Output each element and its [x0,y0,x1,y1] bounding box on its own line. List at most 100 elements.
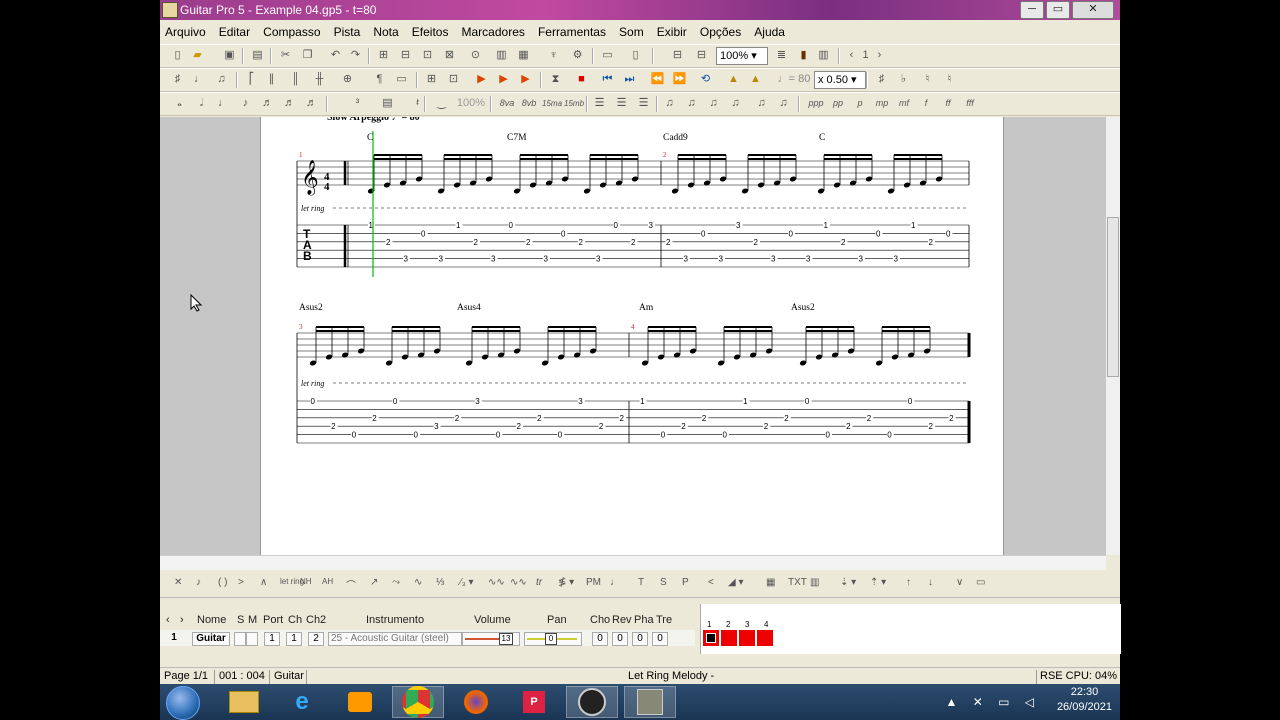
bar-start-icon[interactable]: ⎡ [244,72,259,87]
track-channel[interactable]: 1 [286,632,302,646]
reverb-value[interactable]: 0 [612,632,628,646]
score-notation[interactable]: Slow Arpeggio ♩= 80 C C7M Cadd9 C 1 2 let ring 1… [261,117,1003,555]
menu-pista[interactable]: Pista [329,22,366,42]
clef-icon[interactable]: ⊠ [442,48,457,63]
track-instrument[interactable]: 25 - Acoustic Guitar (steel) [328,632,462,646]
dotted-icon[interactable]: ▤ [380,96,395,111]
timeline-block-4[interactable] [757,630,773,646]
heavy-accent-icon[interactable]: ∧ [260,577,267,588]
palm-mute-button[interactable]: PM [586,577,601,588]
horizontal-scrollbar[interactable] [160,555,1106,570]
zoom-select[interactable]: 100% ▾ [716,47,768,65]
minimize-button[interactable]: ─ [1020,1,1044,19]
multitrack-icon[interactable]: ⊟ [670,48,685,63]
solo-toggle[interactable] [234,632,246,646]
align-center-icon[interactable]: ☰ [614,96,629,111]
ottava-15ma[interactable]: 15ma [542,96,562,111]
score-page[interactable]: Slow Arpeggio ♩= 80 C C7M Cadd9 C 1 2 let ring 1… [260,117,1004,555]
dynamic-ff[interactable]: ff [938,96,958,111]
timesig-icon[interactable]: ▥ [494,48,509,63]
tuning-fork-icon[interactable]: ♆ [546,48,561,63]
mixtable-icon[interactable]: ▥ [810,577,819,588]
strum-down-icon[interactable]: ⇣ ▾ [840,577,856,588]
remove-bar-icon[interactable]: ⊟ [398,48,413,63]
double-bar-icon[interactable]: ║ [288,72,303,87]
edit-track-icon[interactable]: ⊡ [446,72,461,87]
speed-select[interactable]: x 0.50 ▾ [814,71,866,89]
screen-view-icon[interactable]: ▯ [628,48,643,63]
grace-note-icon[interactable]: ♪ [196,577,201,588]
artificial-harmonic-button[interactable]: AH [322,577,333,586]
powerpoint-icon[interactable]: P [508,686,560,718]
stem-down-icon[interactable]: ♫ [776,96,791,111]
phaser-value[interactable]: 0 [632,632,648,646]
tremolo-bar-icon[interactable]: ∿∿ [510,577,527,588]
prev-page-icon[interactable]: ‹ [844,48,859,63]
menu-ferramentas[interactable]: Ferramentas [533,22,611,42]
align-left-icon[interactable]: ☰ [592,96,607,111]
fade-icon[interactable]: ◢ ▾ [728,577,744,588]
internet-explorer-icon[interactable]: e [276,686,328,718]
transpose-icon[interactable]: ♯ [874,72,889,87]
cut-icon[interactable]: ✂ [278,48,293,63]
settings-icon[interactable]: ⚙ [570,48,585,63]
slap-button[interactable]: S [660,577,667,588]
volume-slider[interactable]: 13 [462,632,520,646]
undo-icon[interactable]: ↶ [328,48,343,63]
staccato-icon[interactable]: ♩ [610,577,620,588]
score-workarea[interactable]: Slow Arpeggio ♩= 80 C C7M Cadd9 C 1 2 let ring 1… [160,117,1106,555]
copy-icon[interactable]: ❐ [300,48,315,63]
track-channel2[interactable]: 2 [308,632,324,646]
clock[interactable]: 22:30 26/09/2021 [1057,686,1112,713]
stop-icon[interactable]: ■ [574,72,589,87]
quarter-note-icon[interactable]: ♩ [216,96,231,111]
beam-icon[interactable]: ♫ [662,96,677,111]
recorder-icon[interactable] [566,686,618,718]
track-port[interactable]: 1 [264,632,280,646]
rasgueado-icon[interactable]: ▭ [976,577,985,588]
system-tray-icons[interactable]: ▲ ✕ ▭ ◁ [946,695,1041,709]
menu-nota[interactable]: Nota [368,22,403,42]
page-view-icon[interactable]: ▭ [600,48,615,63]
chord2-icon[interactable]: ♮ [942,72,957,87]
dynamic-pp[interactable]: pp [828,96,848,111]
ottava-8va[interactable]: 8va [498,96,516,111]
tremolo-icon[interactable]: ⁄₃ ▾ [460,577,474,588]
track-row[interactable]: 1 Guitar 1 1 2 25 - Acoustic Guitar (ste… [160,630,695,646]
countdown-icon[interactable]: ▲ [748,72,763,87]
fast-forward-icon[interactable]: ⏩ [672,72,687,87]
dynamic-f[interactable]: f [916,96,936,111]
track-prev-icon[interactable]: ‹ [166,614,170,626]
tuplet-icon[interactable]: ³ [350,96,365,111]
start-button[interactable] [166,686,200,720]
repeat-bar-icon[interactable]: ╫ [312,72,327,87]
next-page-icon[interactable]: › [872,48,887,63]
lock-icon[interactable]: ▭ [394,72,409,87]
metronome-icon[interactable]: ⧗ [548,72,563,87]
go-start-icon[interactable]: ⏮ [600,72,615,87]
lyrics-icon[interactable]: ≣ [774,48,789,63]
vertical-scrollbar[interactable] [1106,117,1120,555]
loop-icon[interactable]: ⟲ [698,72,713,87]
tap-button[interactable]: T [638,577,644,588]
marker-edit-icon[interactable]: ▶ [496,72,511,87]
new-file-icon[interactable]: ▯ [170,48,185,63]
strum-up-icon[interactable]: ⇡ ▾ [870,577,886,588]
tie-icon[interactable]: ‿ [434,96,449,111]
menu-arquivo[interactable]: Arquivo [160,22,211,42]
timeline-block-1[interactable] [703,630,719,646]
vibrato-icon[interactable]: ∿ [414,577,422,588]
marker-red-icon[interactable]: ▶ [474,72,489,87]
open-folder-icon[interactable]: ▰ [190,48,205,63]
whole-note-icon[interactable]: 𝅝 [172,96,187,111]
menu-som[interactable]: Som [614,22,649,42]
slide-icon[interactable]: ↗ [370,577,378,588]
tremolo-value[interactable]: 0 [652,632,668,646]
metronome-toggle-icon[interactable]: ▲ [726,72,741,87]
sharp-flat-icon[interactable]: ♯ [170,72,185,87]
hammer-icon[interactable]: ⤳ [392,577,400,588]
menu-efeitos[interactable]: Efeitos [407,22,454,42]
track-name[interactable]: Guitar [192,632,230,646]
pick-down-icon[interactable]: ↓ [928,577,933,588]
beam-auto-icon[interactable]: ♫ [728,96,743,111]
